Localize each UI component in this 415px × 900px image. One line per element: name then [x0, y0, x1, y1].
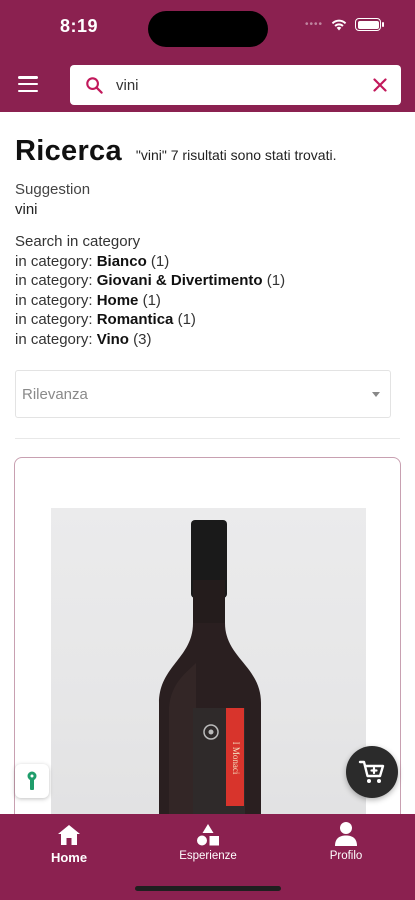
suggestion-link[interactable]: vini [15, 200, 405, 220]
key-icon [27, 771, 37, 790]
category-name[interactable]: Romantica [97, 311, 174, 328]
category-prefix: in category: [15, 291, 93, 309]
category-item[interactable]: in category: Romantica (1) [15, 310, 405, 330]
sort-dropdown[interactable]: Rilevanza [15, 370, 391, 418]
category-name[interactable]: Bianco [97, 253, 147, 270]
nav-home[interactable]: Home [19, 819, 119, 865]
nav-esperienze[interactable]: Esperienze [158, 819, 258, 862]
category-count: (1) [266, 272, 286, 289]
search-icon [74, 76, 114, 95]
category-prefix: in category: [15, 272, 93, 289]
category-item[interactable]: in category: Vino (3) [15, 330, 405, 350]
signal-icon: •••• [304, 19, 323, 30]
cart-button[interactable] [346, 746, 398, 798]
category-prefix: in category: [15, 311, 93, 328]
category-name[interactable]: Vino [97, 331, 129, 348]
clear-icon[interactable] [359, 78, 401, 92]
home-icon [58, 825, 80, 845]
results-count: "vini" 7 risultati sono stati trovati. [135, 147, 337, 163]
category-name[interactable]: Giovani & Divertimento [97, 272, 263, 289]
person-icon [335, 822, 357, 846]
key-badge[interactable] [15, 764, 49, 798]
product-card[interactable]: I Monaci [14, 457, 401, 837]
category-item[interactable]: in category: Giovani & Divertimento (1) [15, 271, 405, 291]
search-bar[interactable] [70, 65, 401, 105]
nav-profilo[interactable]: Profilo [296, 819, 396, 862]
title-row: Ricerca "vini" 7 risultati sono stati tr… [15, 135, 405, 168]
wine-bottle-icon: I Monaci [159, 520, 261, 836]
status-time: 8:19 [60, 16, 99, 36]
category-heading: Search in category [15, 233, 141, 250]
nav-esperienze-label: Esperienze [179, 850, 237, 862]
home-indicator [135, 886, 281, 891]
category-count: (1) [150, 252, 170, 270]
category-count: (1) [177, 311, 196, 328]
battery-icon [355, 18, 384, 31]
page-title: Ricerca [15, 135, 122, 167]
category-prefix: in category: [15, 330, 93, 348]
chevron-down-icon [372, 391, 380, 397]
category-prefix: in category: [15, 252, 93, 270]
nav-profilo-label: Profilo [329, 850, 363, 862]
search-results: Ricerca "vini" 7 risultati sono stati tr… [15, 135, 405, 349]
divider [15, 438, 400, 439]
category-count: (1) [142, 291, 161, 309]
category-name[interactable]: Home [97, 292, 139, 309]
wifi-icon [331, 19, 347, 31]
category-item[interactable]: in category: Bianco (1) [15, 252, 405, 272]
shapes-icon [197, 824, 219, 846]
search-input[interactable] [114, 76, 359, 94]
category-item[interactable]: in category: Home (1) [15, 291, 405, 311]
dynamic-island [148, 11, 268, 47]
status-icons: •••• [304, 18, 384, 31]
category-count: (3) [133, 330, 152, 348]
suggestion-label: Suggestion [15, 181, 91, 198]
product-image: I Monaci [51, 508, 366, 836]
nav-home-label: Home [50, 850, 88, 865]
sort-selected: Rilevanza [22, 385, 88, 403]
menu-button[interactable] [18, 76, 38, 92]
category-list: Search in category in category: Bianco (… [15, 232, 405, 349]
cart-icon [358, 760, 385, 783]
product-label-text: I Monaci [231, 742, 241, 775]
app-header: 8:19 •••• [0, 0, 415, 112]
